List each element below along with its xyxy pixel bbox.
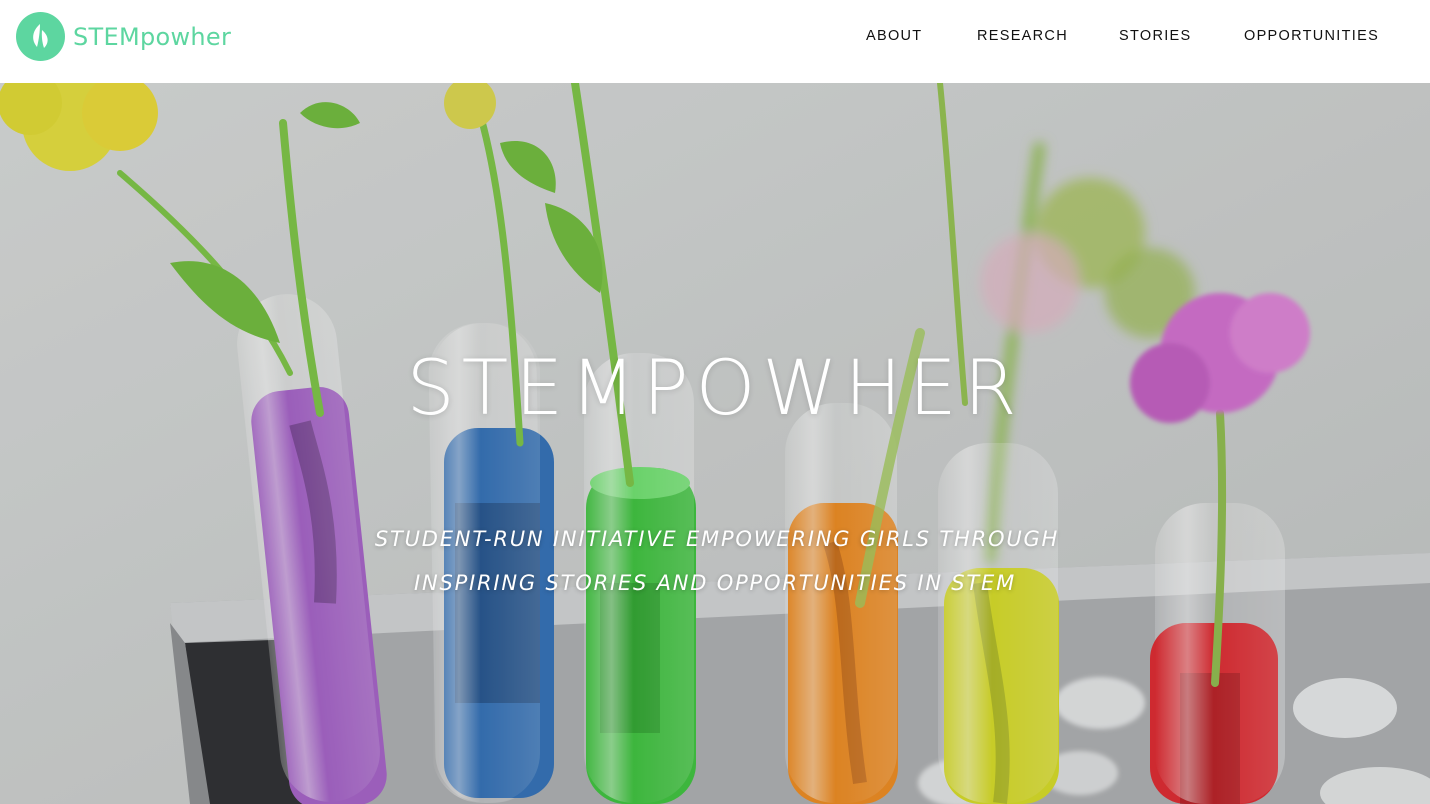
nav-item-stories[interactable]: STORIES bbox=[1119, 28, 1192, 44]
hero-tagline-line2: INSPIRING STORIES AND OPPORTUNITIES IN S… bbox=[413, 571, 1017, 595]
hero-banner: STEMPOWHER STUDENT-RUN INITIATIVE EMPOWE… bbox=[0, 83, 1430, 804]
nav-item-opportunities[interactable]: OPPORTUNITIES bbox=[1244, 28, 1379, 44]
nav-item-research[interactable]: RESEARCH bbox=[977, 28, 1068, 44]
site-header: STEMpowher ABOUT RESEARCH STORIES OPPORT… bbox=[0, 0, 1430, 83]
hero-tagline-line1: STUDENT-RUN INITIATIVE EMPOWERING GIRLS … bbox=[374, 527, 1060, 551]
main-nav: ABOUT RESEARCH STORIES OPPORTUNITIES bbox=[0, 28, 1430, 48]
hero-title: STEMPOWHER bbox=[406, 343, 1024, 432]
hero-overlay bbox=[0, 83, 1430, 804]
nav-item-about[interactable]: ABOUT bbox=[866, 28, 922, 44]
